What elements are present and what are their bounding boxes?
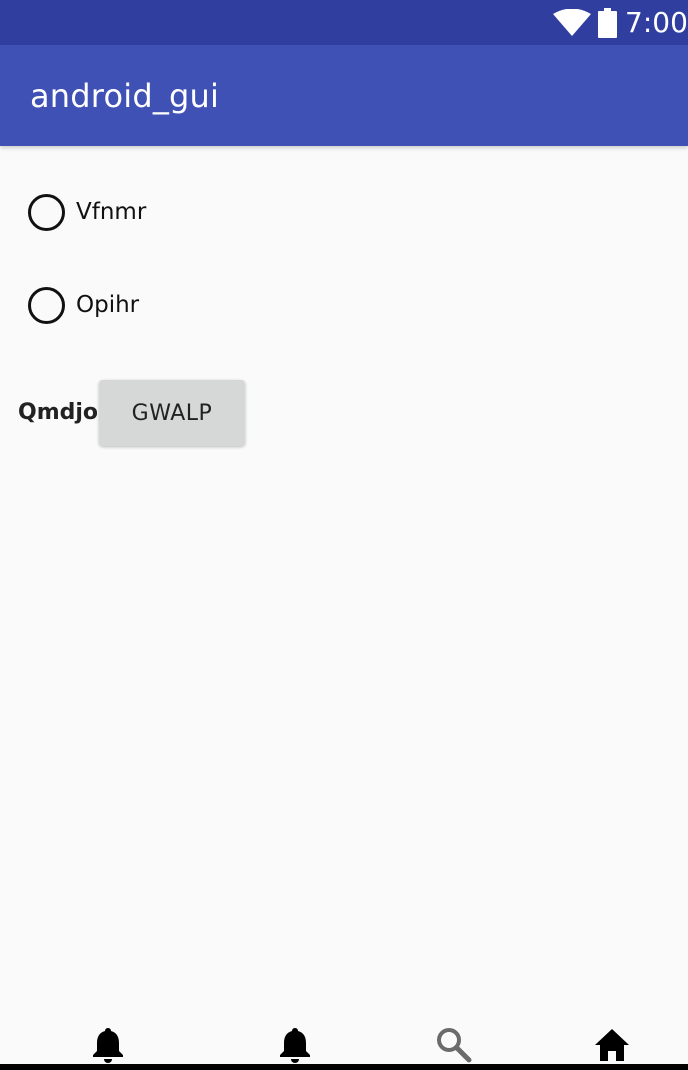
nav-home[interactable] xyxy=(592,1024,632,1064)
nav-notifications-2[interactable] xyxy=(275,1024,315,1064)
bell-icon xyxy=(93,1028,123,1063)
status-bar: 7:00 xyxy=(0,0,688,45)
nav-search[interactable] xyxy=(433,1024,473,1064)
qmdjo-label: Qmdjo xyxy=(18,400,99,425)
battery-icon xyxy=(598,8,617,38)
radio-vfnmr[interactable]: Vfnmr xyxy=(28,192,146,232)
bell-icon xyxy=(280,1028,310,1063)
nav-notifications-1[interactable] xyxy=(88,1024,128,1064)
screen: 7:00 android_gui Vfnmr Opihr Qmdjo GWALP xyxy=(0,0,688,1070)
radio-opihr[interactable]: Opihr xyxy=(28,285,139,325)
radio-label: Opihr xyxy=(76,292,140,318)
bottom-nav xyxy=(0,1020,688,1064)
home-icon xyxy=(595,1029,629,1061)
navigation-bar-edge xyxy=(0,1064,688,1070)
search-icon xyxy=(437,1028,472,1063)
wifi-icon xyxy=(553,9,591,36)
status-time: 7:00 xyxy=(625,6,688,39)
gwalp-button[interactable]: GWALP xyxy=(99,380,245,446)
radio-circle-icon[interactable] xyxy=(28,286,65,324)
app-title: android_gui xyxy=(30,77,220,115)
radio-label: Vfnmr xyxy=(76,199,147,225)
app-bar: android_gui xyxy=(0,45,688,146)
radio-circle-icon[interactable] xyxy=(28,193,65,231)
